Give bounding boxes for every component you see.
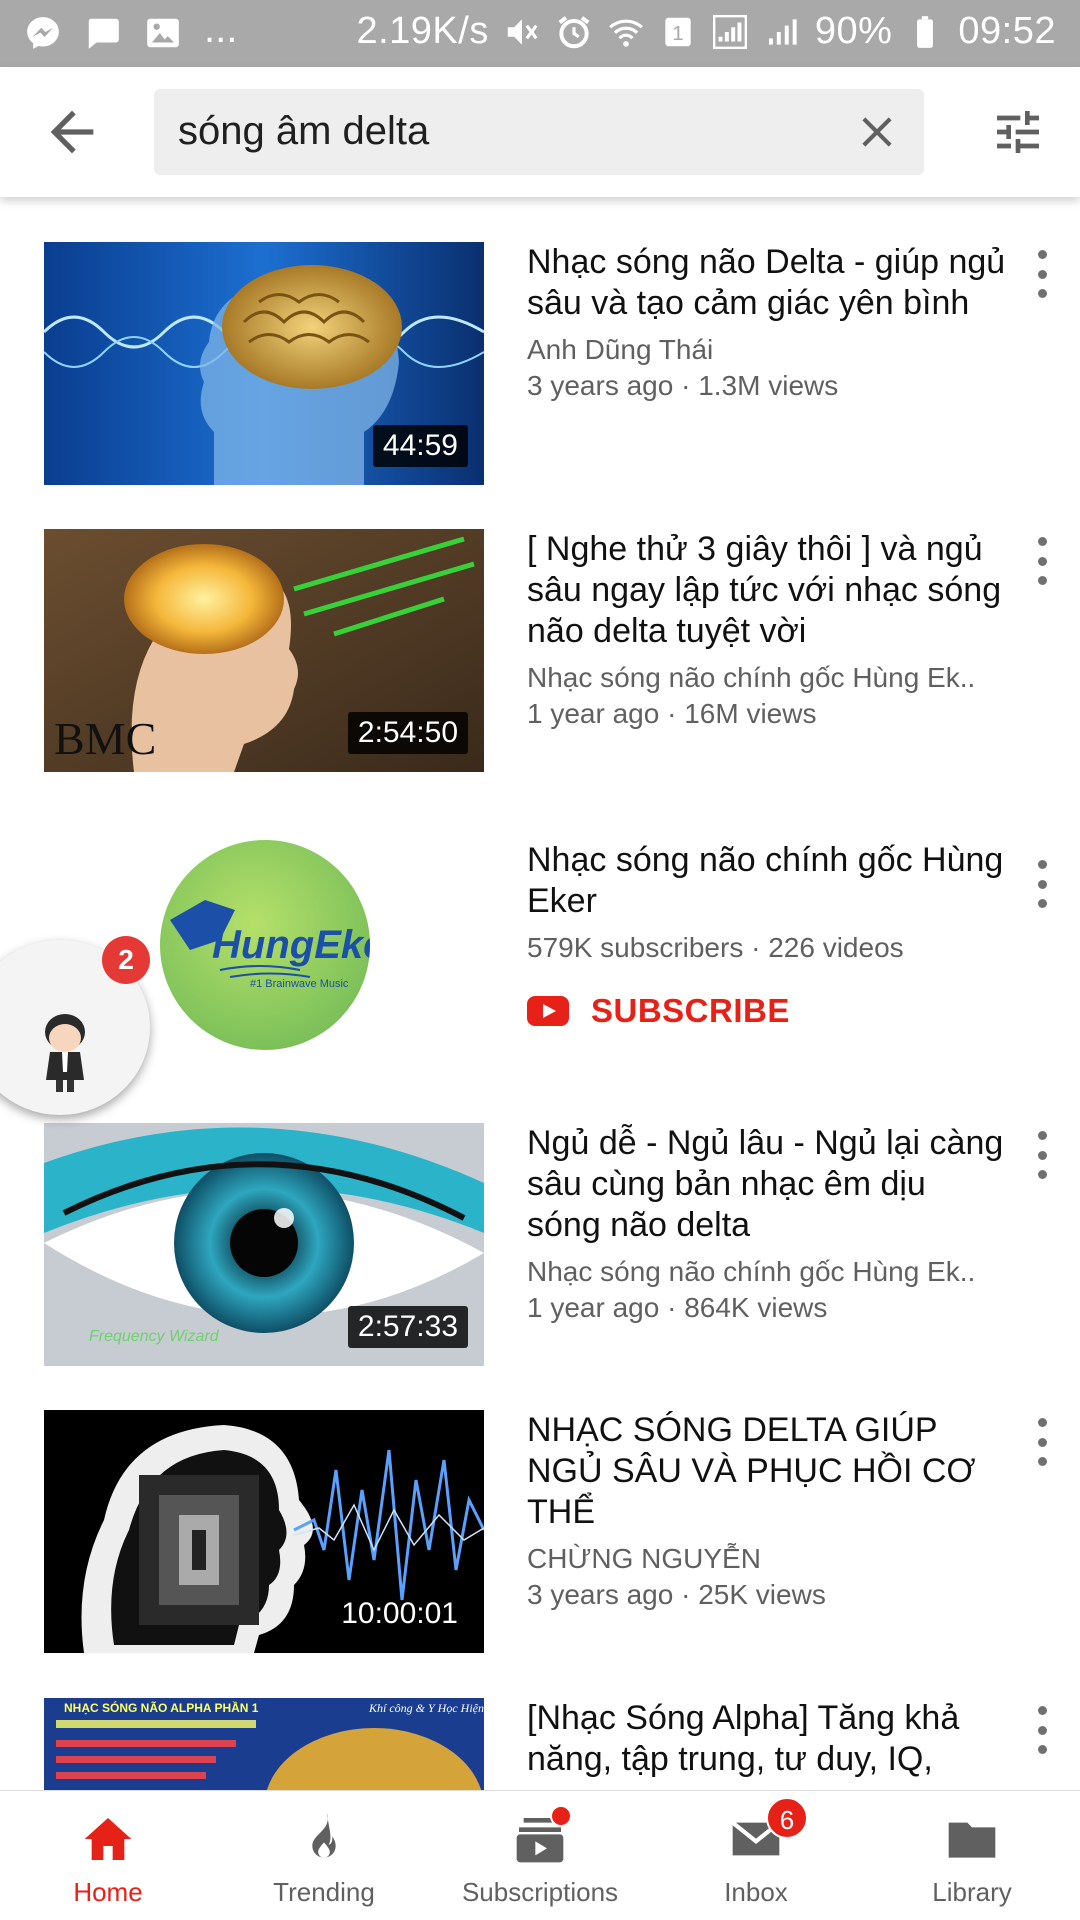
video-meta: 3 years ago · 1.3M views bbox=[527, 370, 839, 401]
nav-label: Library bbox=[932, 1877, 1012, 1907]
nav-subscriptions[interactable]: Subscriptions bbox=[432, 1791, 648, 1920]
more-options-icon[interactable] bbox=[1032, 860, 1052, 908]
channel-stats: 579K subscribers · 226 videos bbox=[527, 932, 904, 963]
clock: 09:52 bbox=[958, 10, 1056, 52]
svg-text:NHẠC SÓNG NÃO ALPHA PHẦN 1: NHẠC SÓNG NÃO ALPHA PHẦN 1 bbox=[64, 1700, 259, 1715]
more-options-icon[interactable] bbox=[1032, 250, 1052, 298]
channel-name[interactable]: Nhạc sóng não chính gốc Hùng Eker bbox=[527, 840, 1027, 922]
video-result[interactable]: 10:00:01 NHẠC SÓNG DELTA GIÚP NGỦ SÂU VÀ… bbox=[0, 1410, 1080, 1653]
video-thumbnail[interactable]: 10:00:01 bbox=[44, 1410, 484, 1653]
video-result[interactable]: 44:59 Nhạc sóng não Delta - giúp ngủ sâu… bbox=[0, 242, 1080, 485]
video-result[interactable]: BMC 2:54:50 [ Nghe thử 3 giây thôi ] và … bbox=[0, 529, 1080, 772]
video-result[interactable]: NHẠC SÓNG NÃO ALPHA PHẦN 1 Khí công & Y … bbox=[0, 1692, 1080, 1790]
subscribe-button[interactable]: SUBSCRIBE bbox=[527, 992, 790, 1030]
flame-icon bbox=[312, 1813, 336, 1858]
nav-inbox[interactable]: 6 Inbox bbox=[648, 1791, 864, 1920]
folder-icon bbox=[948, 1822, 996, 1858]
nav-home[interactable]: Home bbox=[0, 1791, 216, 1920]
search-query[interactable]: sóng âm delta bbox=[178, 109, 429, 154]
alarm-icon bbox=[558, 15, 590, 48]
video-duration: 10:00:01 bbox=[341, 1597, 458, 1630]
nav-label: Inbox bbox=[724, 1877, 788, 1907]
video-duration: 2:57:33 bbox=[347, 1306, 468, 1348]
video-title[interactable]: [ Nghe thử 3 giây thôi ] và ngủ sâu ngay… bbox=[527, 529, 1007, 652]
more-options-icon[interactable] bbox=[1032, 1131, 1052, 1179]
message-icon bbox=[88, 18, 119, 49]
sim-icon: 1 bbox=[665, 17, 691, 46]
close-icon[interactable] bbox=[852, 107, 902, 157]
video-title[interactable]: NHẠC SÓNG DELTA GIÚP NGỦ SÂU VÀ PHỤC HỒI… bbox=[527, 1410, 1007, 1533]
svg-text:#1 Brainwave Music: #1 Brainwave Music bbox=[250, 978, 349, 990]
video-duration: 44:59 bbox=[372, 425, 468, 467]
channel-avatar[interactable]: HungEker #1 Brainwave Music bbox=[160, 840, 370, 1050]
more-options-icon[interactable] bbox=[1032, 1418, 1052, 1466]
status-bar: ... 2.19K/s 1 90% 09:52 bbox=[0, 0, 1080, 67]
back-arrow-icon[interactable] bbox=[40, 100, 104, 164]
video-title[interactable]: Nhạc sóng não Delta - giúp ngủ sâu và tạ… bbox=[527, 242, 1007, 324]
search-header: sóng âm delta bbox=[0, 67, 1080, 197]
svg-text:BMC: BMC bbox=[54, 713, 156, 764]
battery-icon bbox=[917, 15, 934, 48]
network-speed: 2.19K/s bbox=[356, 10, 489, 52]
video-thumbnail[interactable]: BMC 2:54:50 bbox=[44, 529, 484, 772]
nav-trending[interactable]: Trending bbox=[216, 1791, 432, 1920]
video-meta: 3 years ago · 25K views bbox=[527, 1579, 826, 1610]
video-result[interactable]: Frequency Wizard 2:57:33 Ngủ dễ - Ngủ lâ… bbox=[0, 1123, 1080, 1366]
video-title[interactable]: [Nhạc Sóng Alpha] Tăng khả năng, tập tru… bbox=[527, 1698, 1007, 1780]
nav-library[interactable]: Library bbox=[864, 1791, 1080, 1920]
wifi-icon bbox=[608, 19, 643, 47]
image-icon bbox=[147, 18, 179, 48]
nav-label: Trending bbox=[273, 1877, 375, 1907]
youtube-logo-icon bbox=[527, 996, 569, 1026]
filter-icon[interactable] bbox=[990, 104, 1046, 160]
subscribe-label: SUBSCRIBE bbox=[591, 992, 790, 1029]
signal-icon-2 bbox=[768, 18, 797, 45]
more-options-icon[interactable] bbox=[1032, 1706, 1052, 1754]
subscriptions-new-dot bbox=[550, 1805, 572, 1827]
svg-text:HungEker: HungEker bbox=[212, 923, 370, 967]
nav-label: Subscriptions bbox=[461, 1877, 619, 1907]
video-channel: Nhạc sóng não chính gốc Hùng Ek.. bbox=[527, 1256, 976, 1287]
video-duration: 2:54:50 bbox=[347, 712, 468, 754]
bottom-navigation: Home Trending Subscriptions 6 Inbox Libr… bbox=[0, 1790, 1080, 1920]
video-meta: 1 year ago · 16M views bbox=[527, 698, 817, 729]
video-thumbnail[interactable]: 44:59 bbox=[44, 242, 484, 485]
more-notifications: ... bbox=[204, 7, 238, 51]
nav-label: Home bbox=[73, 1877, 143, 1907]
video-channel: Nhạc sóng não chính gốc Hùng Ek.. bbox=[527, 662, 976, 693]
svg-text:Khí công & Y Học Hiện Đại: Khí công & Y Học Hiện Đại bbox=[368, 1701, 484, 1715]
inbox-badge: 6 bbox=[766, 1797, 808, 1839]
search-input[interactable]: sóng âm delta bbox=[154, 89, 924, 175]
home-icon bbox=[84, 1818, 132, 1860]
chat-head-badge: 2 bbox=[102, 936, 150, 984]
messenger-icon bbox=[27, 17, 59, 49]
video-thumbnail[interactable]: Frequency Wizard 2:57:33 bbox=[44, 1123, 484, 1366]
svg-text:1: 1 bbox=[672, 21, 683, 44]
video-title[interactable]: Ngủ dễ - Ngủ lâu - Ngủ lại càng sâu cùng… bbox=[527, 1123, 1007, 1246]
video-thumbnail[interactable]: NHẠC SÓNG NÃO ALPHA PHẦN 1 Khí công & Y … bbox=[44, 1698, 484, 1790]
signal-icon-1 bbox=[712, 14, 747, 49]
svg-text:Frequency Wizard: Frequency Wizard bbox=[89, 1328, 220, 1345]
more-options-icon[interactable] bbox=[1032, 537, 1052, 585]
channel-result[interactable]: HungEker #1 Brainwave Music Nhạc sóng nã… bbox=[0, 840, 1080, 1060]
mute-icon bbox=[507, 18, 538, 45]
video-channel: CHỪNG NGUYỄN bbox=[527, 1543, 761, 1574]
battery-percent: 90% bbox=[814, 10, 893, 52]
video-meta: 1 year ago · 864K views bbox=[527, 1292, 828, 1323]
video-channel: Anh Dũng Thái bbox=[527, 334, 714, 365]
